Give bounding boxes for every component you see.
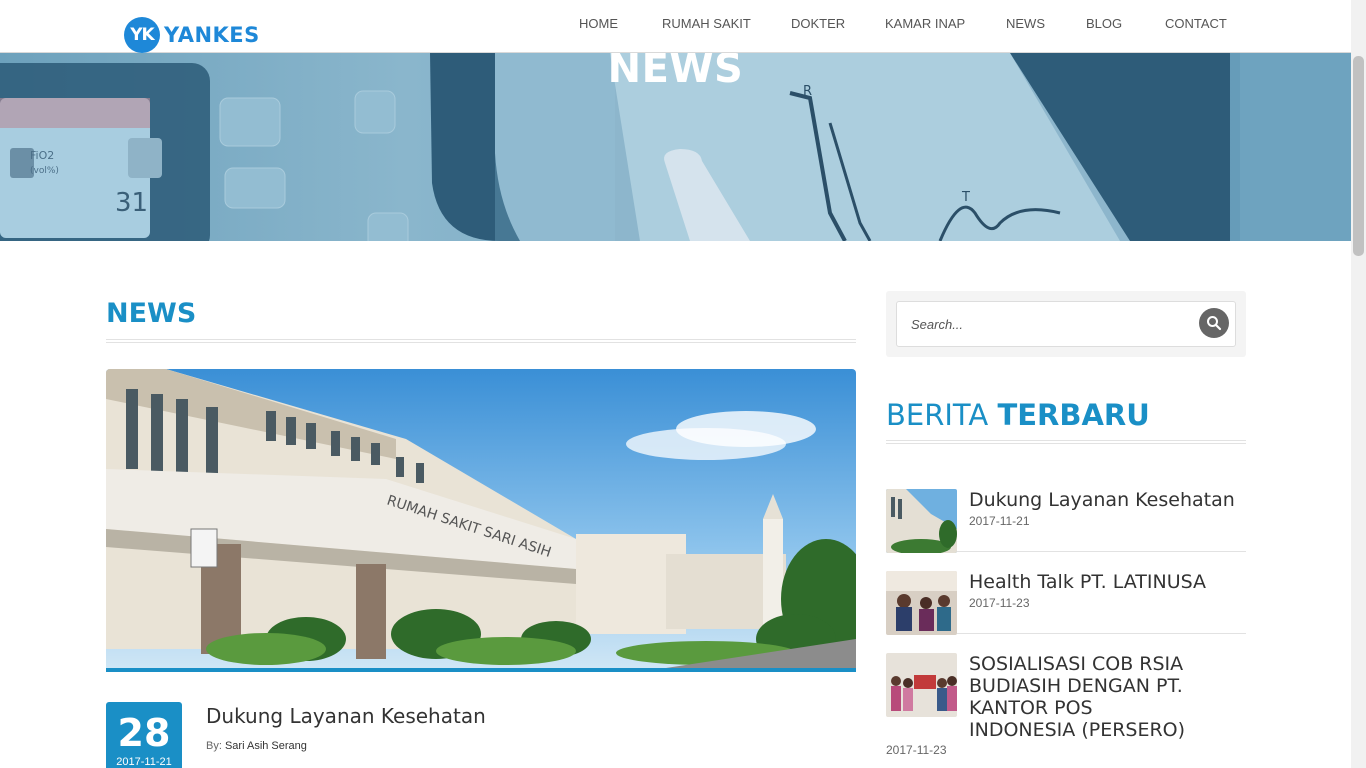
recent-post-divider — [957, 551, 1246, 552]
recent-post-date: 2017-11-21 — [969, 514, 1030, 528]
svg-text:T: T — [961, 190, 970, 205]
post-date-full: 2017-11-21 — [116, 756, 172, 768]
sidebar-heading-bold: TERBARU — [997, 398, 1150, 432]
sidebar-heading-divider — [886, 440, 1246, 444]
logo-badge: YK — [124, 17, 160, 53]
recent-post-title[interactable]: Health Talk PT. LATINUSA — [969, 571, 1246, 593]
hero-banner: FiO2 (vol%) 31 R T NEWS — [0, 53, 1351, 241]
nav-kamar-inap[interactable]: KAMAR INAP — [885, 16, 965, 31]
news-heading: NEWS — [106, 298, 197, 329]
site-logo[interactable]: YK YANKES — [124, 17, 260, 53]
recent-post-thumbnail[interactable] — [886, 489, 957, 553]
top-navbar: YK YANKES HOME RUMAH SAKIT DOKTER KAMAR … — [0, 0, 1351, 53]
post-date-badge: 28 2017-11-21 — [106, 702, 182, 768]
recent-post-thumbnail[interactable] — [886, 571, 957, 635]
recent-post-divider — [957, 633, 1246, 634]
svg-text:FiO2: FiO2 — [30, 149, 54, 162]
nav-blog[interactable]: BLOG — [1086, 16, 1122, 31]
post-date-day: 28 — [117, 711, 171, 755]
logo-text: YANKES — [164, 23, 260, 47]
recent-post-date: 2017-11-23 — [886, 743, 947, 757]
nav-contact[interactable]: CONTACT — [1165, 16, 1227, 31]
heading-divider — [106, 339, 856, 343]
sidebar-heading-light: BERITA — [886, 398, 989, 432]
svg-text:(vol%): (vol%) — [30, 166, 59, 176]
nav-dokter[interactable]: DOKTER — [791, 16, 845, 31]
featured-post-image[interactable]: RUMAH SAKIT SARI ASIH — [106, 369, 856, 672]
sidebar-search — [886, 291, 1246, 357]
recent-post-date: 2017-11-23 — [969, 596, 1030, 610]
recent-post-title[interactable]: Dukung Layanan Kesehatan — [969, 489, 1246, 511]
nav-news[interactable]: NEWS — [1006, 16, 1045, 31]
search-button[interactable] — [1199, 308, 1229, 338]
nav-home[interactable]: HOME — [579, 16, 618, 31]
recent-post-title[interactable]: SOSIALISASI COB RSIA BUDIASIH DENGAN PT.… — [886, 653, 1186, 741]
nav-rumah-sakit[interactable]: RUMAH SAKIT — [662, 16, 751, 31]
hero-title: NEWS — [607, 53, 744, 92]
post-author[interactable]: Sari Asih Serang — [225, 740, 307, 752]
post-title[interactable]: Dukung Layanan Kesehatan — [206, 704, 486, 728]
search-icon — [1207, 316, 1222, 331]
sidebar-heading: BERITA TERBARU — [886, 398, 1150, 432]
search-input[interactable] — [896, 301, 1236, 347]
scrollbar-thumb[interactable] — [1353, 56, 1364, 256]
byline-label: By: — [206, 740, 222, 752]
svg-text:31: 31 — [115, 188, 148, 218]
page-scrollbar[interactable] — [1351, 0, 1366, 768]
post-byline: By: Sari Asih Serang — [206, 740, 307, 752]
